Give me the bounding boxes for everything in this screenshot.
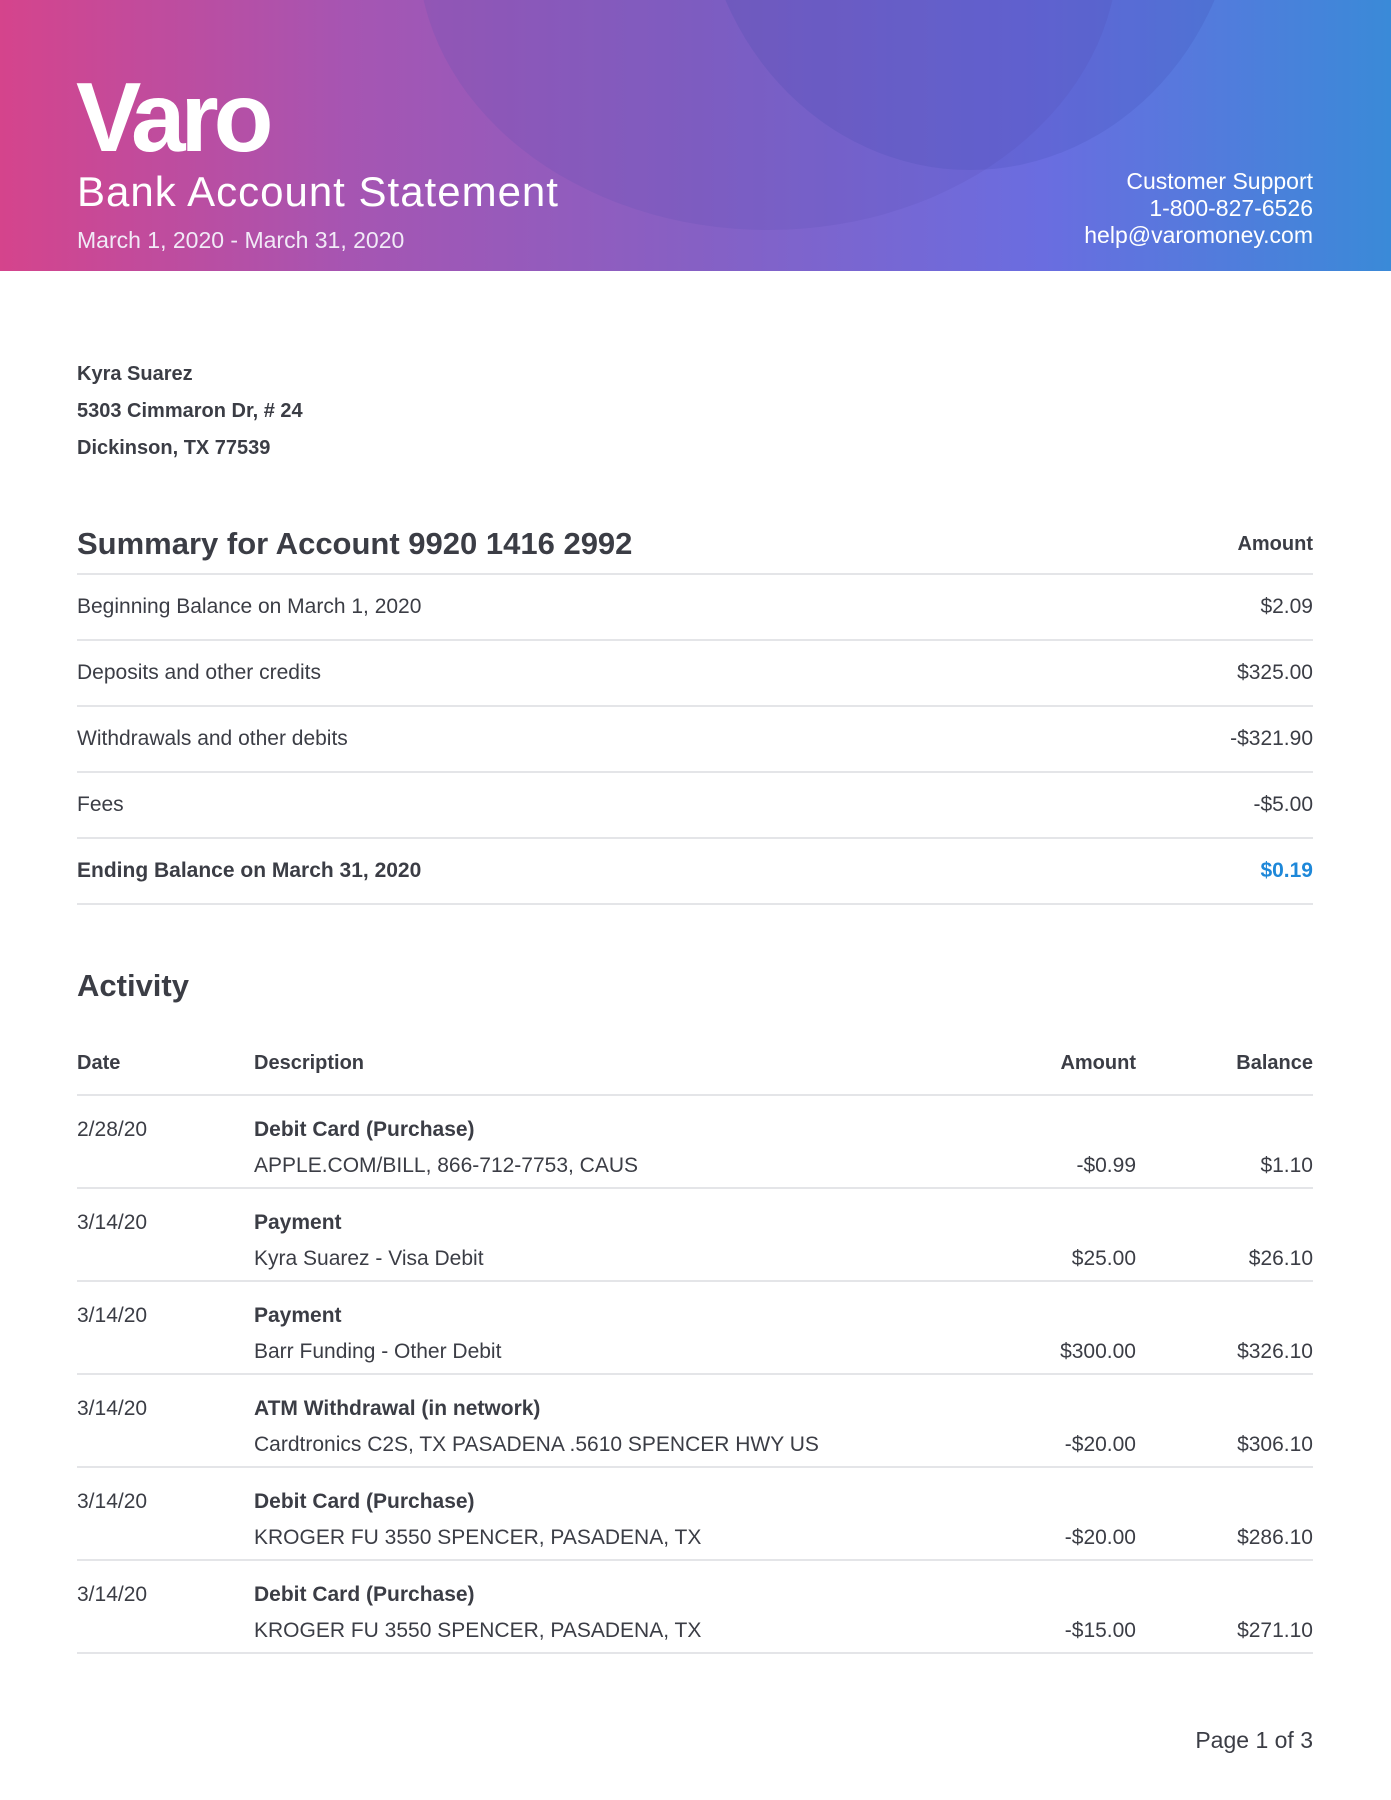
summary-amount: -$321.90 <box>1230 727 1313 750</box>
summary-label: Fees <box>77 793 124 816</box>
table-row: 3/14/20 Payment Barr Funding - Other Deb… <box>77 1282 1313 1375</box>
activity-table: Date Description Amount Balance 2/28/20 … <box>77 1030 1313 1654</box>
amount-header: Amount <box>1060 1052 1136 1074</box>
summary-label: Deposits and other credits <box>77 661 321 684</box>
transaction-description: KROGER FU 3550 SPENCER, PASADENA, TX <box>254 1526 702 1549</box>
account-summary: Summary for Account 9920 1416 2992 Amoun… <box>77 515 1313 905</box>
transaction-type: Payment <box>254 1304 342 1327</box>
transaction-description: Barr Funding - Other Debit <box>254 1340 502 1363</box>
statement-period: March 1, 2020 - March 31, 2020 <box>77 227 405 253</box>
varo-logo: Varo <box>76 62 273 172</box>
transaction-description: KROGER FU 3550 SPENCER, PASADENA, TX <box>254 1619 702 1642</box>
transaction-type: Debit Card (Purchase) <box>254 1583 475 1606</box>
statement-title: Bank Account Statement <box>77 168 559 215</box>
transaction-amount: -$15.00 <box>1064 1619 1136 1642</box>
transaction-date: 3/14/20 <box>77 1490 148 1513</box>
transaction-date: 3/14/20 <box>77 1211 148 1234</box>
support-phone[interactable]: 1-800-827-6526 <box>1084 195 1313 222</box>
table-row: 3/14/20 ATM Withdrawal (in network) Card… <box>77 1375 1313 1468</box>
table-row: 2/28/20 Debit Card (Purchase) APPLE.COM/… <box>77 1096 1313 1189</box>
summary-header: Summary for Account 9920 1416 2992 Amoun… <box>77 515 1313 575</box>
customer-street: 5303 Cimmaron Dr, # 24 <box>77 400 303 422</box>
summary-amount: -$5.00 <box>1253 793 1313 816</box>
transaction-date: 3/14/20 <box>77 1304 148 1327</box>
statement-header: Varo Bank Account Statement March 1, 202… <box>0 0 1391 271</box>
activity-header-row: Date Description Amount Balance <box>77 1030 1313 1096</box>
customer-name: Kyra Suarez <box>77 363 193 385</box>
summary-title: Summary for Account 9920 1416 2992 <box>77 526 633 561</box>
transaction-date: 3/14/20 <box>77 1397 148 1420</box>
table-row: 3/14/20 Payment Kyra Suarez - Visa Debit… <box>77 1189 1313 1282</box>
customer-support-block: Customer Support 1-800-827-6526 help@var… <box>1084 168 1313 249</box>
customer-city: Dickinson, TX 77539 <box>77 437 271 459</box>
transaction-description: Cardtronics C2S, TX PASADENA .5610 SPENC… <box>254 1433 819 1456</box>
table-row: 3/14/20 Debit Card (Purchase) KROGER FU … <box>77 1561 1313 1654</box>
transaction-amount: -$20.00 <box>1064 1433 1136 1456</box>
table-row: 3/14/20 Debit Card (Purchase) KROGER FU … <box>77 1468 1313 1561</box>
transaction-balance: $306.10 <box>1237 1433 1313 1456</box>
summary-amount: $325.00 <box>1237 661 1313 684</box>
date-header: Date <box>77 1052 121 1074</box>
summary-row: Beginning Balance on March 1, 2020 $2.09 <box>77 575 1313 641</box>
transaction-balance: $326.10 <box>1237 1340 1313 1363</box>
transaction-amount: -$20.00 <box>1064 1526 1136 1549</box>
transaction-date: 3/14/20 <box>77 1583 148 1606</box>
transaction-date: 2/28/20 <box>77 1118 148 1141</box>
summary-label: Beginning Balance on March 1, 2020 <box>77 595 422 618</box>
summary-label: Withdrawals and other debits <box>77 727 348 750</box>
transaction-type: Debit Card (Purchase) <box>254 1118 475 1141</box>
transaction-amount: -$0.99 <box>1076 1154 1136 1177</box>
summary-row: Withdrawals and other debits -$321.90 <box>77 707 1313 773</box>
balance-header: Balance <box>1236 1052 1313 1074</box>
support-label: Customer Support <box>1126 168 1313 194</box>
transaction-balance: $271.10 <box>1237 1619 1313 1642</box>
transaction-balance: $26.10 <box>1248 1247 1313 1270</box>
summary-amount: $2.09 <box>1260 595 1313 618</box>
transaction-balance: $1.10 <box>1260 1154 1313 1177</box>
transaction-amount: $25.00 <box>1071 1247 1136 1270</box>
summary-amount-header: Amount <box>1237 532 1313 555</box>
support-email[interactable]: help@varomoney.com <box>1084 222 1313 249</box>
summary-label: Ending Balance on March 31, 2020 <box>77 859 422 882</box>
transaction-type: Payment <box>254 1211 342 1234</box>
transaction-type: Debit Card (Purchase) <box>254 1490 475 1513</box>
transaction-description: Kyra Suarez - Visa Debit <box>254 1247 484 1270</box>
ending-balance-amount: $0.19 <box>1260 859 1313 882</box>
summary-row: Deposits and other credits $325.00 <box>77 641 1313 707</box>
transaction-description: APPLE.COM/BILL, 866-712-7753, CAUS <box>254 1154 639 1177</box>
summary-ending-balance-row: Ending Balance on March 31, 2020 $0.19 <box>77 839 1313 905</box>
summary-row: Fees -$5.00 <box>77 773 1313 839</box>
transaction-amount: $300.00 <box>1060 1340 1136 1363</box>
page-number: Page 1 of 3 <box>1195 1727 1313 1753</box>
customer-address: Kyra Suarez 5303 Cimmaron Dr, # 24 Dicki… <box>77 356 303 467</box>
description-header: Description <box>254 1052 365 1074</box>
transaction-balance: $286.10 <box>1237 1526 1313 1549</box>
transaction-type: ATM Withdrawal (in network) <box>254 1397 541 1420</box>
activity-title: Activity <box>77 968 189 1003</box>
